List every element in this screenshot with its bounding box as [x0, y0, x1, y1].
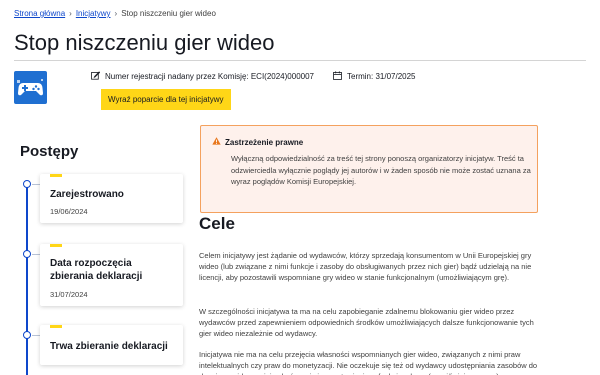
breadcrumb-home-link[interactable]: Strona główna [14, 9, 65, 18]
registration-number: Numer rejestracji nadany przez Komisję: … [91, 71, 314, 82]
support-initiative-button[interactable]: Wyraź poparcie dla tej inicjatywy [101, 89, 231, 110]
breadcrumb-current: Stop niszczeniu gier wideo [121, 9, 216, 18]
disclaimer-header: Zastrzeżenie prawne [212, 137, 303, 147]
goals-paragraph-1: Celem inicjatywy jest żądanie od wydawcó… [199, 251, 532, 283]
step-title-line1: Data rozpoczęcia [50, 258, 132, 269]
timeline-connector [32, 184, 40, 185]
chevron-right-icon: › [69, 9, 72, 18]
step-title-line2: zbierania deklaracji [50, 271, 143, 282]
progress-step-registered: Zarejestrowano 19/06/2024 [40, 174, 183, 223]
step-date: 19/06/2024 [50, 207, 88, 216]
goals-title: Cele [199, 214, 235, 233]
warning-icon [212, 137, 221, 147]
step-accent-bar [50, 325, 62, 328]
goals-paragraph-2: W szczególności inicjatywa ta ma na celu… [199, 307, 534, 339]
progress-step-collection-start: Data rozpoczęcia zbierania deklaracji 31… [40, 244, 183, 306]
timeline-connector [32, 254, 40, 255]
page-title: Stop niszczeniu gier wideo [14, 30, 275, 55]
disclaimer-body: Wyłączną odpowiedzialność za treść tej s… [231, 154, 531, 186]
deadline-text: Termin: 31/07/2025 [347, 72, 416, 81]
timeline-dot [23, 250, 31, 258]
chevron-right-icon: › [114, 9, 118, 18]
timeline-connector [32, 335, 40, 336]
step-accent-bar [50, 174, 62, 177]
timeline-dot [23, 180, 31, 188]
registration-text: Numer rejestracji nadany przez Komisję: … [105, 72, 314, 81]
breadcrumb: Strona główna › Inicjatywy › Stop niszcz… [14, 9, 216, 18]
calendar-icon [333, 71, 342, 82]
progress-step-collecting: Trwa zbieranie deklaracji [40, 325, 183, 365]
step-accent-bar [50, 244, 62, 247]
progress-title: Postępy [20, 143, 79, 160]
edit-icon [91, 71, 101, 82]
goals-paragraph-3: Inicjatywa nie ma na celu przejęcia włas… [199, 350, 538, 375]
timeline-line [26, 183, 28, 375]
deadline: Termin: 31/07/2025 [333, 71, 416, 82]
title-divider [14, 60, 586, 61]
step-title: Trwa zbieranie deklaracji [50, 341, 168, 352]
step-title: Zarejestrowano [50, 189, 124, 200]
legal-disclaimer: Zastrzeżenie prawne Wyłączną odpowiedzia… [200, 125, 538, 213]
gamepad-logo-icon [14, 71, 47, 104]
step-date: 31/07/2024 [50, 290, 88, 299]
disclaimer-title: Zastrzeżenie prawne [225, 137, 304, 147]
breadcrumb-initiatives-link[interactable]: Inicjatywy [76, 9, 111, 18]
timeline-dot [23, 331, 31, 339]
